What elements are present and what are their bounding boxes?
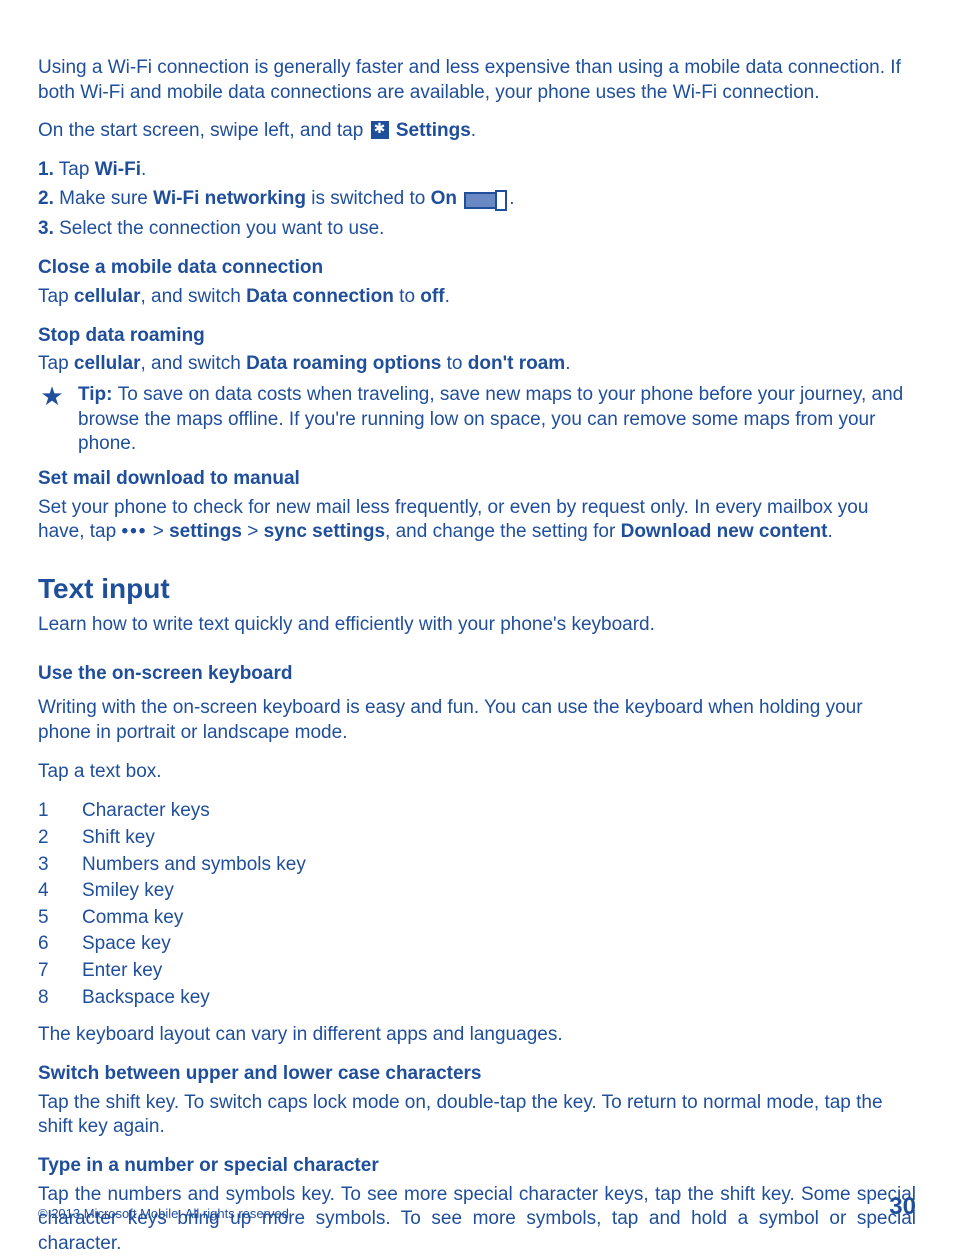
text: . bbox=[141, 159, 146, 180]
step-2: 2. Make sure Wi-Fi networking is switche… bbox=[38, 187, 916, 214]
steps-list: 1. Tap Wi-Fi. 2. Make sure Wi-Fi network… bbox=[38, 158, 916, 242]
text: . bbox=[445, 286, 450, 307]
label: Numbers and symbols key bbox=[82, 852, 306, 879]
bold: off bbox=[420, 286, 444, 307]
bold: On bbox=[431, 188, 457, 209]
text: . bbox=[565, 353, 570, 374]
list-item: 2Shift key bbox=[38, 825, 916, 852]
num: 4 bbox=[38, 878, 82, 905]
label: Space key bbox=[82, 931, 171, 958]
onscreen-heading: Use the on-screen keyboard bbox=[38, 662, 916, 687]
step-3: 3. Select the connection you want to use… bbox=[38, 217, 916, 242]
step-1: 1. Tap Wi-Fi. bbox=[38, 158, 916, 183]
text: To save on data costs when traveling, sa… bbox=[78, 384, 903, 454]
key-list: 1Character keys 2Shift key 3Numbers and … bbox=[38, 798, 916, 1011]
label: Enter key bbox=[82, 958, 162, 985]
text: . bbox=[471, 120, 476, 141]
num: 5 bbox=[38, 905, 82, 932]
step-num: 2. bbox=[38, 188, 54, 209]
start-screen-line: On the start screen, swipe left, and tap… bbox=[38, 119, 916, 144]
num: 7 bbox=[38, 958, 82, 985]
list-item: 6Space key bbox=[38, 931, 916, 958]
bold: don't roam bbox=[468, 353, 565, 374]
copyright: © 2013 Microsoft Mobile. All rights rese… bbox=[38, 1206, 293, 1221]
bold: cellular bbox=[74, 286, 141, 307]
text: to bbox=[441, 353, 467, 374]
bold: Wi-Fi networking bbox=[153, 188, 306, 209]
close-data-heading: Close a mobile data connection bbox=[38, 256, 916, 281]
list-item: 7Enter key bbox=[38, 958, 916, 985]
text: , and switch bbox=[140, 286, 246, 307]
onscreen-p1: Writing with the on-screen keyboard is e… bbox=[38, 696, 916, 745]
mail-text: Set your phone to check for new mail les… bbox=[38, 496, 916, 545]
ellipsis-icon: ••• bbox=[121, 521, 147, 542]
label: Character keys bbox=[82, 798, 210, 825]
text: . bbox=[509, 188, 514, 209]
num: 8 bbox=[38, 985, 82, 1012]
tip-text: Tip: To save on data costs when travelin… bbox=[78, 383, 916, 457]
text-input-heading: Text input bbox=[38, 573, 916, 605]
bold: sync settings bbox=[264, 521, 385, 542]
bold: Download new content bbox=[621, 521, 828, 542]
label: Smiley key bbox=[82, 878, 174, 905]
text: , and change the setting for bbox=[385, 521, 621, 542]
bold: Data connection bbox=[246, 286, 394, 307]
text: Tap bbox=[38, 353, 74, 374]
stop-roaming-heading: Stop data roaming bbox=[38, 324, 916, 349]
bold: Wi-Fi bbox=[95, 159, 141, 180]
page-number: 30 bbox=[889, 1193, 916, 1221]
star-icon: ★ bbox=[38, 383, 66, 457]
text: Select the connection you want to use. bbox=[54, 218, 385, 239]
text: is switched to bbox=[306, 188, 431, 209]
text: Tap bbox=[54, 159, 95, 180]
layout-note: The keyboard layout can vary in differen… bbox=[38, 1023, 916, 1048]
bold: Data roaming options bbox=[246, 353, 441, 374]
mail-heading: Set mail download to manual bbox=[38, 467, 916, 492]
list-item: 3Numbers and symbols key bbox=[38, 852, 916, 879]
num: 3 bbox=[38, 852, 82, 879]
label: Shift key bbox=[82, 825, 155, 852]
intro-paragraph: Using a Wi-Fi connection is generally fa… bbox=[38, 56, 916, 105]
step-num: 1. bbox=[38, 159, 54, 180]
list-item: 5Comma key bbox=[38, 905, 916, 932]
text: On the start screen, swipe left, and tap bbox=[38, 120, 369, 141]
onscreen-p2: Tap a text box. bbox=[38, 760, 916, 785]
bold: cellular bbox=[74, 353, 141, 374]
gear-icon bbox=[371, 121, 389, 139]
list-item: 4Smiley key bbox=[38, 878, 916, 905]
stop-roaming-text: Tap cellular, and switch Data roaming op… bbox=[38, 352, 916, 377]
switch-case-text: Tap the shift key. To switch caps lock m… bbox=[38, 1091, 916, 1140]
toggle-on-icon bbox=[464, 189, 507, 214]
type-special-heading: Type in a number or special character bbox=[38, 1154, 916, 1179]
text: to bbox=[394, 286, 420, 307]
list-item: 1Character keys bbox=[38, 798, 916, 825]
list-item: 8Backspace key bbox=[38, 985, 916, 1012]
num: 1 bbox=[38, 798, 82, 825]
label: Comma key bbox=[82, 905, 183, 932]
text: , and switch bbox=[140, 353, 246, 374]
step-num: 3. bbox=[38, 218, 54, 239]
text: Make sure bbox=[54, 188, 153, 209]
tip-block: ★ Tip: To save on data costs when travel… bbox=[38, 383, 916, 457]
num: 6 bbox=[38, 931, 82, 958]
bold: settings bbox=[169, 521, 242, 542]
text-input-sub: Learn how to write text quickly and effi… bbox=[38, 613, 916, 638]
text: Tap bbox=[38, 286, 74, 307]
tip-label: Tip: bbox=[78, 384, 118, 405]
footer: © 2013 Microsoft Mobile. All rights rese… bbox=[38, 1193, 916, 1221]
document-page: Using a Wi-Fi connection is generally fa… bbox=[0, 0, 954, 1257]
num: 2 bbox=[38, 825, 82, 852]
close-data-text: Tap cellular, and switch Data connection… bbox=[38, 285, 916, 310]
text: > bbox=[147, 521, 169, 542]
text: . bbox=[827, 521, 832, 542]
switch-case-heading: Switch between upper and lower case char… bbox=[38, 1062, 916, 1087]
label: Backspace key bbox=[82, 985, 210, 1012]
settings-label: Settings bbox=[396, 120, 471, 141]
text: > bbox=[242, 521, 264, 542]
